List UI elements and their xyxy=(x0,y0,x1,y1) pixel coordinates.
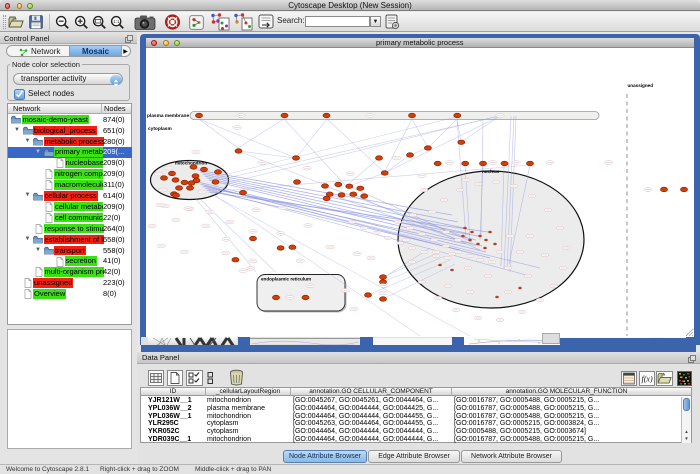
svg-text:endoplasmic reticulum: endoplasmic reticulum xyxy=(261,277,311,282)
svg-text:plasma membrane: plasma membrane xyxy=(147,113,189,119)
svg-text:mitochondrion: mitochondrion xyxy=(175,161,207,166)
svg-text:nucleus: nucleus xyxy=(482,169,500,174)
svg-text:cytoplasm: cytoplasm xyxy=(148,126,172,132)
svg-text:1:1: 1:1 xyxy=(113,19,120,24)
svg-text:unassigned: unassigned xyxy=(628,83,654,88)
svg-text:f(x): f(x) xyxy=(642,375,653,384)
